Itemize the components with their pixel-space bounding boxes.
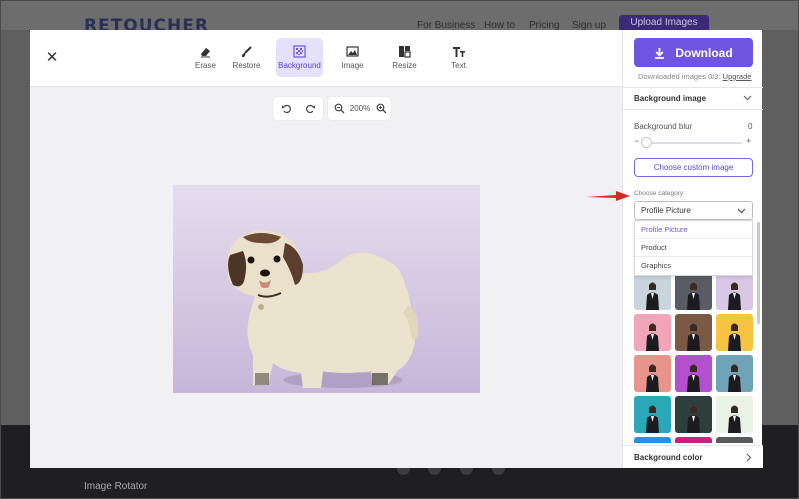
category-label: Choose category: [634,190,685,197]
download-label: Download [675,45,733,60]
category-option-profile-picture[interactable]: Profile Picture [635,221,752,239]
tool-erase[interactable]: Erase [182,38,229,77]
annotation-arrow-icon [586,191,630,201]
upload-images-button[interactable]: Upload Images [619,15,709,31]
tool-erase-label: Erase [195,61,216,70]
chevron-down-icon [743,95,752,101]
category-select[interactable]: Profile Picture [634,201,753,220]
edited-photo[interactable] [173,185,480,393]
background-thumbnail[interactable] [675,355,712,392]
zoom-level: 200% [349,104,371,113]
category-selected-value: Profile Picture [641,206,691,215]
tool-image-label: Image [341,61,364,70]
background-thumbnail[interactable] [634,314,671,351]
background-thumbnail[interactable] [675,273,712,310]
close-icon[interactable]: ✕ [42,48,62,68]
zoom-in-icon[interactable] [371,99,391,119]
person-thumbnail-image [646,405,659,433]
dog-image [228,230,419,388]
person-thumbnail-image [687,282,700,310]
site-header: RETOUCHER For Business How to Pricing Si… [0,0,799,36]
tool-restore-label: Restore [232,61,261,70]
zoom-out-icon[interactable] [329,99,349,119]
background-color-section-header[interactable]: Background color [623,445,763,468]
person-thumbnail-image [646,323,659,351]
blur-slider-track[interactable] [645,142,742,144]
person-thumbnail-image [728,364,741,392]
tool-text[interactable]: Text [435,38,482,77]
chevron-down-icon [737,208,746,213]
background-thumbnail[interactable] [716,314,753,351]
person-thumbnail-image [646,282,659,310]
tool-image[interactable]: Image [329,38,376,77]
blur-slider-handle[interactable] [641,137,652,148]
tool-restore[interactable]: Restore [223,38,270,77]
category-option-product[interactable]: Product [635,239,752,257]
tool-resize[interactable]: Resize [381,38,428,77]
person-thumbnail-image [687,364,700,392]
background-image-section-header[interactable]: Background image [623,87,763,109]
eraser-icon [201,48,210,58]
zoom-controls: 200% [328,97,391,120]
person-thumbnail-image [687,405,700,433]
background-thumbnail[interactable] [716,355,753,392]
plus-icon: + [746,136,752,146]
person-thumbnail-image [728,405,741,433]
background-thumbnail[interactable] [716,396,753,433]
background-thumbnail[interactable] [634,355,671,392]
text-icon [452,47,465,57]
undo-icon[interactable] [276,99,296,119]
background-thumbnail[interactable] [675,437,712,443]
download-button[interactable]: Download [634,38,753,67]
tool-resize-label: Resize [392,61,417,70]
tool-background[interactable]: Background [276,38,323,77]
blur-value: 0 [748,122,753,131]
redo-icon[interactable] [300,99,320,119]
divider [623,109,763,110]
background-thumbnail[interactable] [634,437,671,443]
person-thumbnail-image [728,282,741,310]
chevron-right-icon [746,453,752,461]
minus-icon: − [634,136,640,146]
panel-scrollbar[interactable] [757,222,760,324]
history-controls [273,97,323,120]
background-color-title: Background color [634,452,703,462]
person-thumbnail-image [646,364,659,392]
downloaded-note: Downloaded images 0/3: Upgrade [638,72,751,81]
editor-toolbar: ✕ Erase Restore Background Image Resize … [30,30,622,87]
downloaded-count: Downloaded images 0/3: [638,72,721,81]
background-thumbnail[interactable] [716,273,753,310]
editor-modal: ✕ Erase Restore Background Image Resize … [30,30,763,468]
upgrade-link[interactable]: Upgrade [723,72,752,81]
footer-link-image-rotator[interactable]: Image Rotator [84,481,147,492]
background-thumbnail[interactable] [634,396,671,433]
background-thumbnail[interactable] [716,437,753,443]
download-icon [655,47,665,59]
tool-background-label: Background [278,61,321,70]
settings-panel: Download Downloaded images 0/3: Upgrade … [622,30,763,468]
person-thumbnail-image [687,323,700,351]
choose-custom-image-button[interactable]: Choose custom image [634,158,753,177]
background-thumbnail-grid [634,273,753,443]
person-thumbnail-image [728,323,741,351]
image-icon [346,46,359,57]
brush-icon [242,46,252,57]
category-option-graphics[interactable]: Graphics [635,257,752,275]
background-grid-icon [293,45,306,58]
background-thumbnail[interactable] [634,273,671,310]
canvas-area: 200% [30,87,622,468]
category-dropdown: Profile Picture Product Graphics [634,220,753,276]
background-thumbnail[interactable] [675,314,712,351]
resize-icon [399,46,411,58]
tool-text-label: Text [451,61,466,70]
background-thumbnail[interactable] [675,396,712,433]
blur-label: Background blur [634,122,693,131]
background-image-title: Background image [634,93,707,103]
